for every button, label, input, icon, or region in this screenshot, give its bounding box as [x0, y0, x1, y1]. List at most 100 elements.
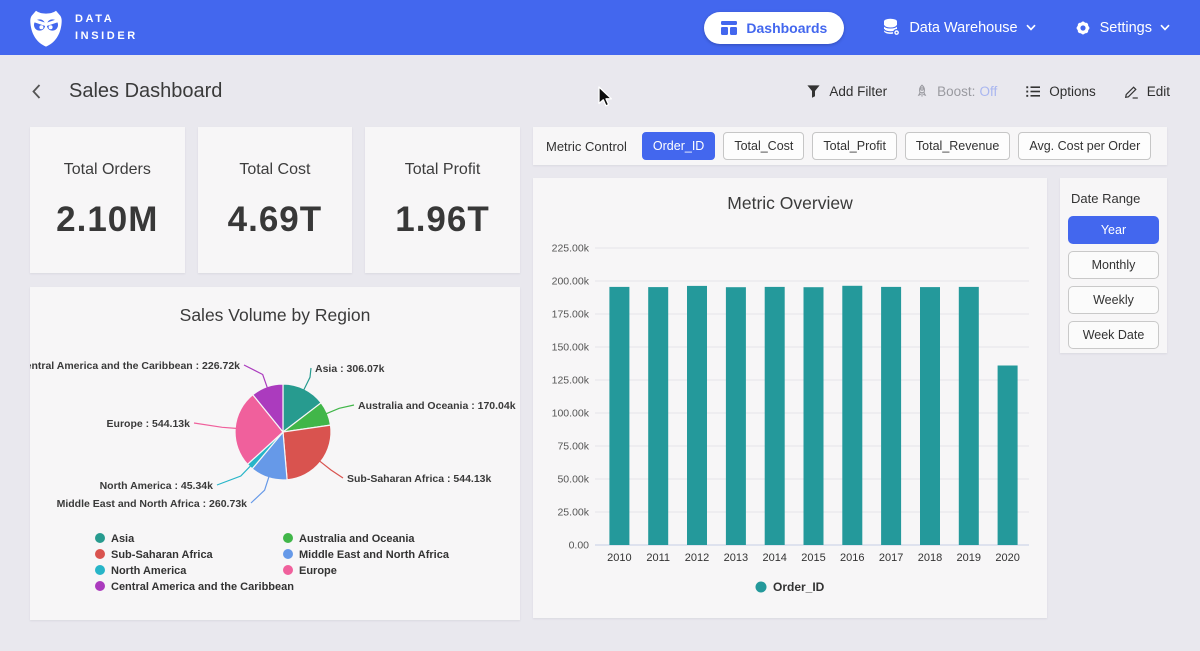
- pie-leader-line: [304, 368, 311, 390]
- x-tick-label: 2019: [957, 552, 981, 564]
- date-range-year-button[interactable]: Year: [1068, 216, 1159, 244]
- pie-slice-label: Middle East and North Africa : 260.73k: [57, 498, 248, 510]
- metric-button-total-cost[interactable]: Total_Cost: [723, 132, 804, 160]
- legend-dot: [95, 549, 105, 559]
- date-range-weekly-button[interactable]: Weekly: [1068, 286, 1159, 314]
- kpi-label: Total Cost: [239, 161, 310, 179]
- left-column: Total Orders 2.10M Total Cost 4.69T Tota…: [30, 127, 520, 620]
- legend-dot: [95, 533, 105, 543]
- legend-label[interactable]: Europe: [299, 565, 337, 577]
- nav-settings-label: Settings: [1100, 20, 1152, 36]
- rocket-icon: [915, 84, 929, 99]
- bar-2015[interactable]: [804, 287, 824, 545]
- boost-label: Boost:: [937, 84, 975, 99]
- y-tick-label: 75.00k: [557, 441, 589, 453]
- kpi-card-total-profit: Total Profit 1.96T: [365, 127, 520, 273]
- bar-2017[interactable]: [881, 287, 901, 545]
- bar-2014[interactable]: [765, 287, 785, 545]
- kpi-value: 4.69T: [228, 200, 323, 240]
- date-range-label: Date Range: [1071, 191, 1159, 206]
- kpi-row: Total Orders 2.10M Total Cost 4.69T Tota…: [30, 127, 520, 273]
- metric-button-avg-cost-per-order[interactable]: Avg. Cost per Order: [1018, 132, 1151, 160]
- chevron-down-icon: [1160, 24, 1170, 31]
- legend-label[interactable]: Central America and the Caribbean: [111, 581, 294, 593]
- right-column: Metric Control Order_ID Total_Cost Total…: [533, 127, 1167, 620]
- bar-chart: Metric Overview0.0025.00k50.00k75.00k100…: [533, 178, 1047, 618]
- nav-data-warehouse-label: Data Warehouse: [909, 20, 1017, 36]
- legend-label[interactable]: Asia: [111, 533, 135, 545]
- y-tick-label: 225.00k: [552, 243, 590, 255]
- x-tick-label: 2018: [918, 552, 942, 564]
- bar-2019[interactable]: [959, 287, 979, 545]
- gear-icon: [1074, 19, 1092, 37]
- boost-toggle[interactable]: Boost: Off: [915, 84, 997, 99]
- edit-button[interactable]: Edit: [1124, 84, 1170, 99]
- legend-label[interactable]: North America: [111, 565, 187, 577]
- y-tick-label: 125.00k: [552, 375, 590, 387]
- pie-leader-line: [251, 477, 269, 503]
- bar-2012[interactable]: [687, 286, 707, 545]
- nav-dashboards-button[interactable]: Dashboards: [704, 12, 844, 44]
- page-title: Sales Dashboard: [69, 80, 222, 103]
- kpi-value: 1.96T: [395, 200, 490, 240]
- y-tick-label: 50.00k: [557, 474, 589, 486]
- pie-leader-line: [320, 461, 343, 478]
- pencil-icon: [1124, 84, 1139, 99]
- sales-volume-by-region-card: Sales Volume by RegionAsia : 306.07kAust…: [30, 287, 520, 620]
- metric-button-order-id[interactable]: Order_ID: [642, 132, 715, 160]
- pie-slice-label: Europe : 544.13k: [107, 418, 191, 430]
- edit-label: Edit: [1147, 84, 1170, 99]
- kpi-label: Total Profit: [405, 161, 481, 179]
- nav-settings[interactable]: Settings: [1074, 19, 1170, 37]
- x-tick-label: 2012: [685, 552, 709, 564]
- metric-button-total-profit[interactable]: Total_Profit: [812, 132, 897, 160]
- legend-dot: [283, 533, 293, 543]
- bar-2020[interactable]: [998, 366, 1018, 546]
- top-navbar: DATA INSIDER Dashboards: [0, 0, 1200, 55]
- pie-leader-line: [326, 405, 354, 414]
- legend-dot: [283, 565, 293, 575]
- legend-label[interactable]: Australia and Oceania: [299, 533, 415, 545]
- kpi-label: Total Orders: [64, 161, 151, 179]
- date-range-monthly-button[interactable]: Monthly: [1068, 251, 1159, 279]
- add-filter-button[interactable]: Add Filter: [806, 84, 887, 99]
- boost-value: Off: [979, 84, 997, 99]
- back-button[interactable]: [28, 81, 45, 102]
- legend-label[interactable]: Sub-Saharan Africa: [111, 549, 214, 561]
- kpi-card-total-cost: Total Cost 4.69T: [198, 127, 353, 273]
- y-tick-label: 200.00k: [552, 276, 590, 288]
- owl-logo-icon: [28, 8, 64, 48]
- pie-leader-line: [217, 466, 251, 485]
- legend-label[interactable]: Middle East and North Africa: [299, 549, 450, 561]
- dashboard-grid-icon: [721, 21, 737, 35]
- pie-slice-2[interactable]: [283, 425, 331, 480]
- pie-leader-line: [194, 423, 236, 428]
- filter-funnel-icon: [806, 84, 821, 99]
- bar-2010[interactable]: [609, 287, 629, 545]
- pie-slice-label: Australia and Oceania : 170.04k: [358, 400, 516, 412]
- legend-label[interactable]: Order_ID: [773, 580, 825, 594]
- bar-2018[interactable]: [920, 287, 940, 545]
- date-range-week-date-button[interactable]: Week Date: [1068, 321, 1159, 349]
- bar-2013[interactable]: [726, 287, 746, 545]
- bar-2016[interactable]: [842, 286, 862, 545]
- options-button[interactable]: Options: [1025, 84, 1096, 99]
- metric-control-label: Metric Control: [546, 139, 627, 154]
- nav-menu: Dashboards Data Warehouse: [704, 12, 1170, 44]
- mouse-cursor: [598, 86, 614, 108]
- metric-button-total-revenue[interactable]: Total_Revenue: [905, 132, 1010, 160]
- pie-chart: Sales Volume by RegionAsia : 306.07kAust…: [30, 287, 520, 620]
- nav-data-warehouse[interactable]: Data Warehouse: [882, 18, 1035, 37]
- pie-leader-line: [244, 365, 267, 388]
- kpi-value: 2.10M: [56, 200, 158, 240]
- y-tick-label: 175.00k: [552, 309, 590, 321]
- database-icon: [882, 18, 901, 37]
- x-tick-label: 2014: [762, 552, 786, 564]
- y-tick-label: 0.00: [569, 540, 590, 552]
- brand[interactable]: DATA INSIDER: [28, 8, 138, 48]
- bar-2011[interactable]: [648, 287, 668, 545]
- dashboard-body: Total Orders 2.10M Total Cost 4.69T Tota…: [0, 127, 1200, 620]
- x-tick-label: 2013: [724, 552, 748, 564]
- brand-name: DATA INSIDER: [75, 11, 138, 44]
- legend-dot: [283, 549, 293, 559]
